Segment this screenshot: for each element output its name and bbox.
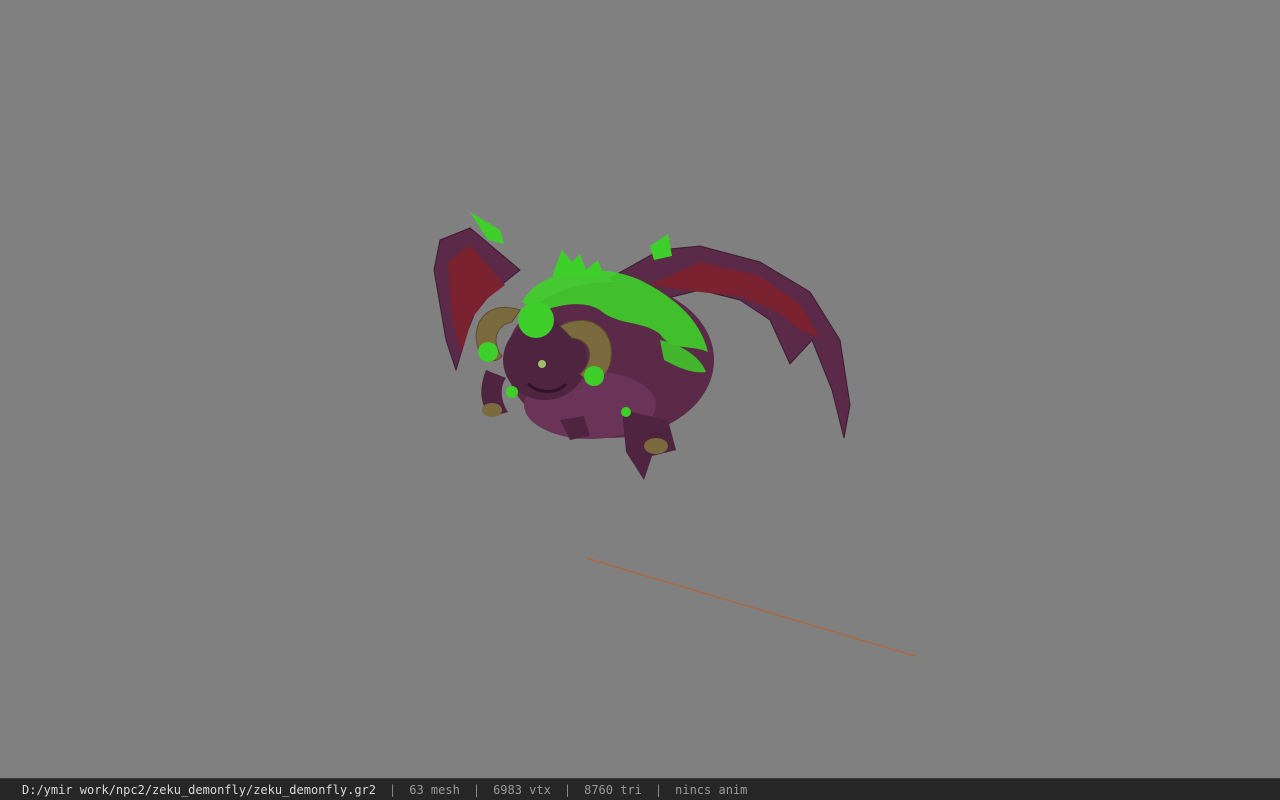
- ground-axis-line: [585, 557, 916, 657]
- separator: |: [563, 782, 572, 797]
- left-horn-tip: [478, 342, 498, 362]
- creature-eye: [538, 360, 546, 368]
- file-path: D:/ymir work/npc2/zeku_demonfly/zeku_dem…: [22, 782, 377, 797]
- animation-status: nincs anim: [675, 782, 748, 797]
- right-wing-spike: [650, 234, 672, 260]
- back-spikes: [552, 250, 604, 276]
- demon-fly-model[interactable]: [433, 212, 851, 480]
- head-crest: [518, 302, 554, 338]
- scene-canvas[interactable]: [0, 0, 1280, 778]
- separator: |: [472, 782, 481, 797]
- 3d-viewport[interactable]: [0, 0, 1280, 778]
- left-claw: [482, 403, 502, 417]
- separator: |: [389, 782, 397, 797]
- mesh-count: 63 mesh: [409, 782, 460, 797]
- triangle-count: 8760 tri: [584, 782, 642, 797]
- separator: |: [654, 782, 663, 797]
- left-claw-glow: [506, 386, 518, 398]
- right-horn-tip: [584, 366, 604, 386]
- vertex-count: 6983 vtx: [493, 782, 551, 797]
- leg-glow: [621, 407, 631, 417]
- status-bar: D:/ymir work/npc2/zeku_demonfly/zeku_dem…: [0, 778, 1280, 800]
- right-foot: [644, 438, 668, 454]
